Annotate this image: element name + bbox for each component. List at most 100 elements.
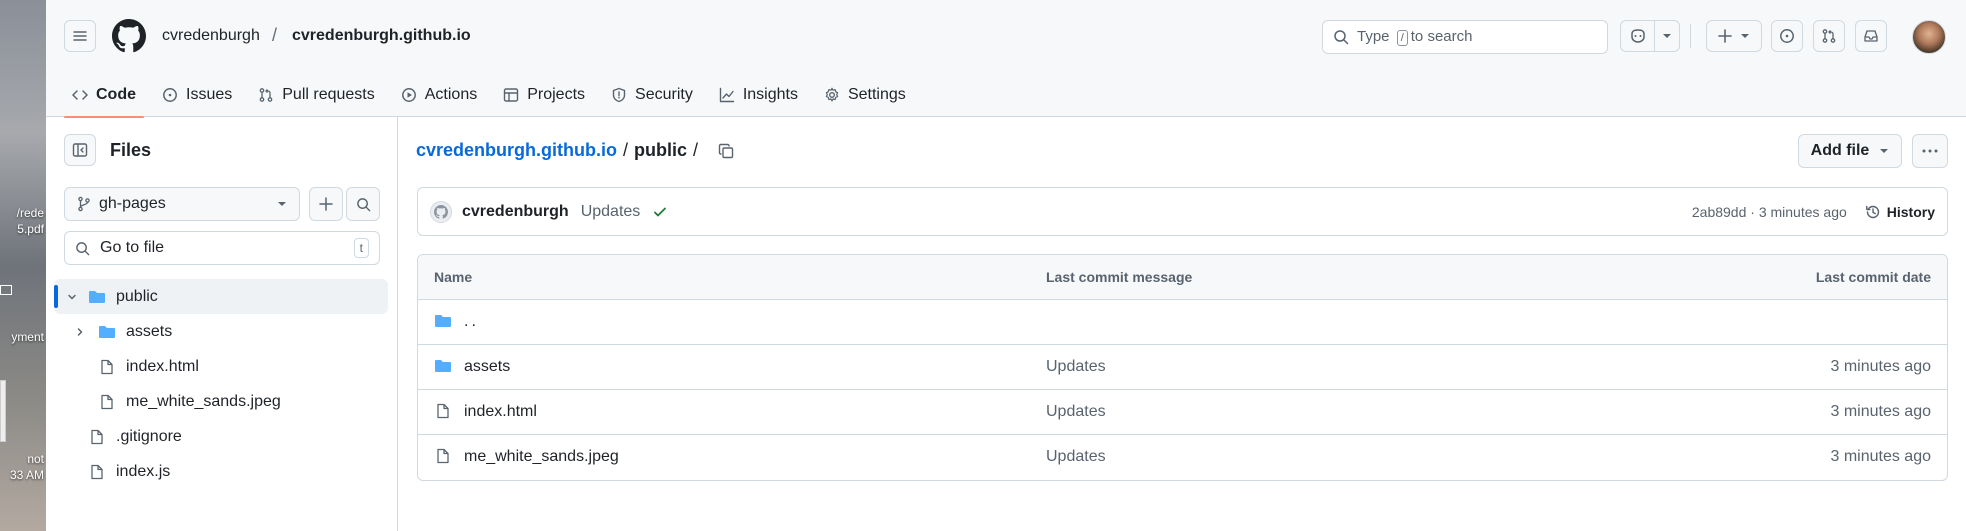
breadcrumb-repo[interactable]: cvredenburgh.github.io xyxy=(292,27,471,45)
folder-open-icon xyxy=(89,290,105,303)
more-options-button[interactable] xyxy=(1912,134,1948,168)
pull-requests-button[interactable] xyxy=(1813,20,1845,52)
commit-author[interactable]: cvredenburgh xyxy=(462,203,569,221)
desktop-label: /rede xyxy=(16,206,44,220)
tab-code[interactable]: Code xyxy=(64,72,144,118)
search-files-button[interactable] xyxy=(346,187,380,221)
tree-item-label: index.html xyxy=(126,357,199,375)
file-icon xyxy=(437,448,449,464)
path-breadcrumb: cvredenburgh.github.io / public / xyxy=(416,140,734,161)
tab-issues[interactable]: Issues xyxy=(154,72,240,117)
copilot-menu-button[interactable] xyxy=(1655,21,1679,51)
breadcrumb-owner[interactable]: cvredenburgh xyxy=(162,27,260,45)
file-tree: public assets index.html me_white_sands.… xyxy=(54,279,388,489)
github-logo-icon[interactable] xyxy=(112,19,146,53)
search-icon xyxy=(76,241,90,255)
row-name[interactable]: assets xyxy=(464,358,510,376)
go-to-file-input[interactable]: Go to file t xyxy=(64,231,380,265)
caret-down-icon xyxy=(1663,34,1672,38)
caret-down-icon xyxy=(1880,149,1889,153)
row-name[interactable]: index.html xyxy=(464,403,537,421)
tree-item-index-html[interactable]: index.html xyxy=(54,349,388,384)
tab-actions[interactable]: Actions xyxy=(393,72,485,117)
tree-item-label: .gitignore xyxy=(116,427,182,445)
inbox-icon xyxy=(1864,30,1878,42)
add-file-label: Add file xyxy=(1810,142,1870,159)
tab-insights[interactable]: Insights xyxy=(711,72,806,117)
tab-label: Code xyxy=(96,85,136,103)
table-row-parent[interactable]: .. xyxy=(418,300,1947,345)
search-input[interactable]: Type / to search xyxy=(1322,20,1608,54)
search-placeholder-pre: Type xyxy=(1357,28,1390,45)
tab-label: Actions xyxy=(424,85,478,103)
sidebar-collapse-icon xyxy=(72,143,88,157)
top-bar: cvredenburgh / cvredenburgh.github.io Ty… xyxy=(46,0,1966,72)
files-header: Files xyxy=(64,134,151,166)
tab-projects[interactable]: Projects xyxy=(495,72,593,117)
latest-commit-bar: cvredenburgh Updates 2ab89dd · 3 minutes… xyxy=(417,187,1948,236)
path-repo-link[interactable]: cvredenburgh.github.io xyxy=(416,140,617,161)
row-name[interactable]: .. xyxy=(464,313,479,331)
file-icon xyxy=(91,464,103,479)
create-new-button[interactable] xyxy=(1706,20,1762,52)
files-title: Files xyxy=(110,139,152,160)
tree-item-public[interactable]: public xyxy=(54,279,388,314)
tab-pull-requests[interactable]: Pull requests xyxy=(250,72,383,117)
tree-item-label: me_white_sands.jpeg xyxy=(126,392,281,410)
pull-request-icon xyxy=(259,87,273,102)
tab-label: Projects xyxy=(527,85,586,103)
table-row[interactable]: index.html Updates 3 minutes ago xyxy=(418,390,1947,435)
git-branch-icon xyxy=(78,196,90,212)
add-file-sidebar-button[interactable] xyxy=(309,187,343,221)
commit-message[interactable]: Updates xyxy=(581,203,641,221)
tab-security[interactable]: Security xyxy=(603,72,701,117)
path-separator: / xyxy=(623,140,629,160)
issues-button[interactable] xyxy=(1771,20,1803,52)
menu-button[interactable] xyxy=(64,20,96,52)
tree-item-gitignore[interactable]: .gitignore xyxy=(54,419,388,454)
table-icon xyxy=(504,87,519,102)
commit-author-avatar[interactable] xyxy=(430,200,452,223)
header-divider xyxy=(1690,24,1691,48)
collapse-sidebar-button[interactable] xyxy=(64,134,96,166)
commit-status[interactable] xyxy=(652,204,668,220)
branch-selector[interactable]: gh-pages xyxy=(64,187,300,221)
path-separator: / xyxy=(693,140,699,160)
history-button[interactable]: History xyxy=(1865,204,1935,220)
row-commit-message[interactable]: Updates xyxy=(1046,358,1106,376)
tab-label: Settings xyxy=(847,85,906,103)
inbox-button[interactable] xyxy=(1855,20,1887,52)
row-name[interactable]: me_white_sands.jpeg xyxy=(464,448,619,466)
branch-name: gh-pages xyxy=(99,195,166,212)
graph-icon xyxy=(719,87,735,102)
row-commit-message[interactable]: Updates xyxy=(1046,448,1106,466)
file-tree-sidebar: Files gh-pages Go to file t public asset… xyxy=(46,117,398,531)
kebab-horizontal-icon xyxy=(1922,149,1938,153)
history-icon xyxy=(1865,205,1879,218)
file-icon xyxy=(91,429,103,444)
file-icon xyxy=(101,359,113,374)
table-row[interactable]: assets Updates 3 minutes ago xyxy=(418,345,1947,390)
row-commit-date: 3 minutes ago xyxy=(1830,403,1931,420)
tab-settings[interactable]: Settings xyxy=(816,72,914,117)
tree-item-label: public xyxy=(116,287,158,305)
row-commit-message[interactable]: Updates xyxy=(1046,403,1106,421)
commit-hash-time[interactable]: 2ab89dd · 3 minutes ago xyxy=(1692,204,1847,220)
user-avatar[interactable] xyxy=(1912,20,1946,54)
tree-item-index-js[interactable]: index.js xyxy=(54,454,388,489)
table-row[interactable]: me_white_sands.jpeg Updates 3 minutes ag… xyxy=(418,435,1947,480)
copy-icon xyxy=(718,143,734,158)
check-icon xyxy=(654,207,667,216)
chevron-right-icon[interactable] xyxy=(74,326,86,338)
copilot-button[interactable] xyxy=(1621,21,1654,51)
row-commit-date: 3 minutes ago xyxy=(1830,448,1931,465)
copy-path-button[interactable] xyxy=(718,143,734,159)
tree-item-me-white-sands[interactable]: me_white_sands.jpeg xyxy=(54,384,388,419)
tree-item-assets[interactable]: assets xyxy=(54,314,388,349)
add-file-button[interactable]: Add file xyxy=(1798,134,1902,168)
chevron-down-icon[interactable] xyxy=(66,291,78,303)
search-icon xyxy=(356,197,370,211)
go-to-file-shortcut: t xyxy=(353,238,369,258)
caret-down-icon xyxy=(1741,34,1749,38)
table-header: Name Last commit message Last commit dat… xyxy=(418,255,1947,300)
